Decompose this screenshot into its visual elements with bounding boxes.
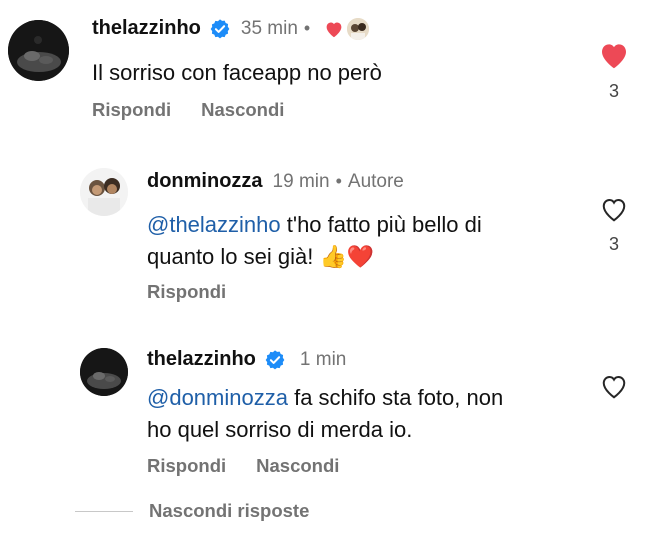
like-count: 3 [608, 81, 619, 101]
like-button[interactable]: 3 [594, 195, 634, 255]
hide-replies-row: Nascondi risposte [75, 500, 309, 522]
reply-button[interactable]: Rispondi [147, 455, 226, 477]
comment-text-line1: t'ho fatto più bello di [280, 212, 482, 237]
username[interactable]: thelazzinho [147, 348, 256, 371]
hide-button[interactable]: Nascondi [201, 99, 284, 121]
hide-replies-divider [75, 510, 133, 512]
reply-button[interactable]: Rispondi [92, 99, 171, 121]
comment-text: @donminozza fa schifo sta foto, non ho q… [147, 382, 503, 446]
heart-outline-icon[interactable] [599, 375, 629, 404]
hide-button[interactable]: Nascondi [256, 455, 339, 477]
avatar[interactable] [80, 168, 128, 216]
author-label: Autore [347, 170, 404, 192]
like-button[interactable] [594, 372, 634, 405]
verified-badge-icon [209, 18, 231, 40]
timestamp: 1 min [299, 348, 347, 370]
comment-thelazzinho-1: thelazzinho 35 min • Il sorriso con face… [0, 0, 650, 140]
timestamp: 19 min [272, 170, 330, 192]
comment-text-line1: fa schifo sta foto, non [287, 385, 504, 410]
creator-avatar-icon [347, 17, 370, 40]
avatar[interactable] [80, 348, 128, 396]
mention-link[interactable]: @donminozza [147, 385, 288, 410]
comment-text: Il sorriso con faceapp no però [92, 60, 382, 85]
comment-actions: Rispondi Nascondi [92, 99, 284, 121]
separator-dot: • [335, 171, 342, 191]
timestamp: 35 min [240, 17, 298, 39]
comment-text: @thelazzinho t'ho fatto più bello di qua… [147, 209, 482, 273]
like-count: 3 [608, 234, 619, 254]
comment-actions: Rispondi Nascondi [147, 455, 339, 477]
like-button[interactable]: 3 [594, 40, 634, 102]
reply-button[interactable]: Rispondi [147, 281, 226, 303]
hide-replies-button[interactable]: Nascondi risposte [149, 500, 309, 522]
mention-link[interactable]: @thelazzinho [147, 212, 281, 237]
comment-thelazzinho-reply: thelazzinho 1 min @donminozza fa schifo … [0, 330, 650, 490]
avatar[interactable] [8, 20, 69, 81]
comment-text-line2: ho quel sorriso di merda io. [147, 417, 413, 442]
heart-outline-icon[interactable] [599, 198, 629, 227]
comment-text-line2: quanto lo sei già! 👍❤️ [147, 244, 375, 269]
username[interactable]: thelazzinho [92, 17, 201, 40]
comment-meta: donminozza 19 min • Autore [147, 170, 404, 193]
username[interactable]: donminozza [147, 170, 263, 193]
verified-badge-icon [264, 349, 286, 371]
comment-donminozza-reply: donminozza 19 min • Autore @thelazzinho … [0, 150, 650, 320]
comment-meta: thelazzinho 1 min [147, 348, 346, 371]
comment-meta: thelazzinho 35 min • [92, 17, 370, 40]
creator-liked-heart-icon [324, 20, 344, 38]
comment-actions: Rispondi [147, 281, 226, 303]
separator-dot: • [303, 18, 311, 38]
heart-filled-icon[interactable] [598, 44, 630, 74]
